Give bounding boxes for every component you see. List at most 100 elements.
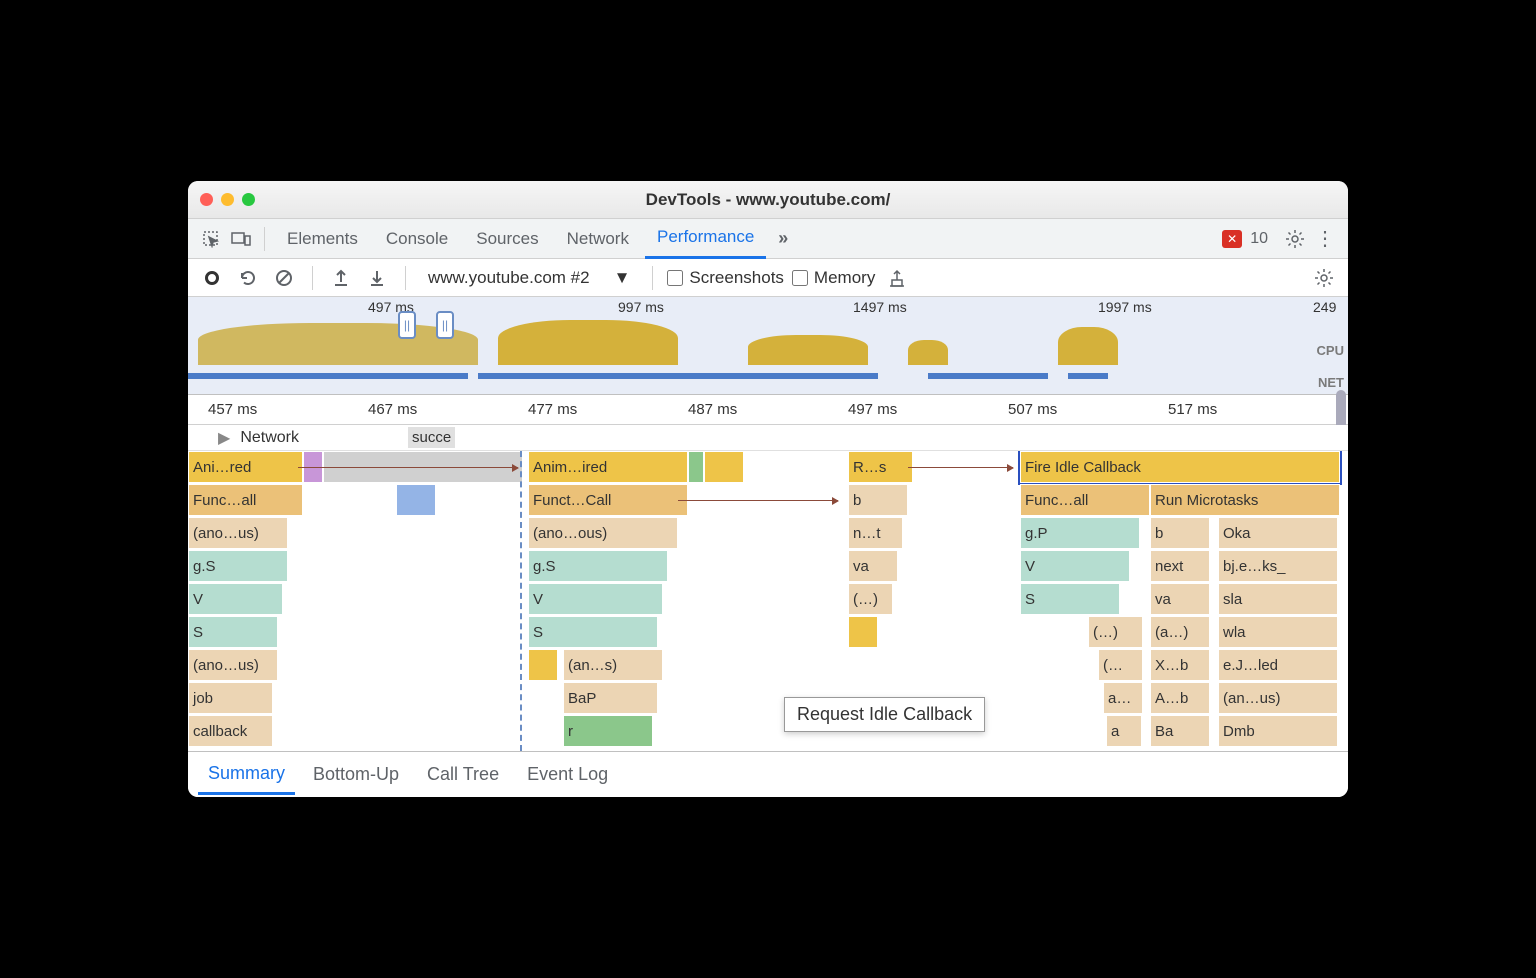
flame-block[interactable]: (ano…ous) bbox=[528, 517, 678, 549]
memory-checkbox[interactable]: Memory bbox=[792, 268, 875, 288]
upload-icon[interactable] bbox=[327, 264, 355, 292]
detail-ruler[interactable]: 457 ms467 ms477 ms487 ms497 ms507 ms517 … bbox=[188, 395, 1348, 425]
flame-block[interactable] bbox=[848, 616, 878, 648]
device-icon[interactable] bbox=[228, 226, 254, 252]
range-handle-right[interactable]: || bbox=[436, 311, 454, 339]
flame-block[interactable] bbox=[704, 451, 744, 483]
flame-block[interactable]: wla bbox=[1218, 616, 1338, 648]
screenshots-checkbox[interactable]: Screenshots bbox=[667, 268, 784, 288]
gc-icon[interactable] bbox=[883, 264, 911, 292]
flame-block[interactable]: a… bbox=[1103, 682, 1143, 714]
ruler-tick: 487 ms bbox=[688, 401, 737, 418]
flame-block[interactable]: V bbox=[188, 583, 283, 615]
time-marker bbox=[520, 451, 522, 751]
flame-block[interactable]: V bbox=[1020, 550, 1130, 582]
flame-block[interactable]: b bbox=[848, 484, 908, 516]
divider bbox=[264, 227, 265, 251]
network-track[interactable]: ▶ Network succe bbox=[188, 425, 1348, 451]
flame-block[interactable]: Func…all bbox=[188, 484, 303, 516]
tab-console[interactable]: Console bbox=[374, 219, 460, 259]
flame-block[interactable] bbox=[396, 484, 436, 516]
initiator-arrow bbox=[908, 467, 1013, 468]
tab-sources[interactable]: Sources bbox=[464, 219, 550, 259]
flame-block[interactable]: g.P bbox=[1020, 517, 1140, 549]
ruler-tick: 507 ms bbox=[1008, 401, 1057, 418]
flame-block[interactable]: (an…s) bbox=[563, 649, 663, 681]
record-button[interactable] bbox=[198, 264, 226, 292]
flame-chart[interactable]: Request Idle Callback Ani…redAnim…iredR…… bbox=[188, 451, 1348, 751]
flame-block[interactable]: S bbox=[528, 616, 658, 648]
flame-block[interactable]: bj.e…ks_ bbox=[1218, 550, 1338, 582]
flame-block[interactable]: r bbox=[563, 715, 653, 747]
flame-block[interactable]: Func…all bbox=[1020, 484, 1150, 516]
reload-button[interactable] bbox=[234, 264, 262, 292]
flame-block[interactable]: Anim…ired bbox=[528, 451, 688, 483]
settings-icon[interactable] bbox=[1310, 264, 1338, 292]
details-tabs: Summary Bottom-Up Call Tree Event Log bbox=[188, 751, 1348, 797]
flame-block[interactable]: callback bbox=[188, 715, 273, 747]
flame-block[interactable]: b bbox=[1150, 517, 1210, 549]
flame-block[interactable]: R…s bbox=[848, 451, 913, 483]
flame-block[interactable]: va bbox=[848, 550, 898, 582]
flame-block[interactable]: g.S bbox=[528, 550, 668, 582]
flame-block[interactable]: X…b bbox=[1150, 649, 1210, 681]
recording-select[interactable]: www.youtube.com #2▼ bbox=[420, 264, 638, 292]
flame-block[interactable]: Ba bbox=[1150, 715, 1210, 747]
flame-block[interactable]: (a…) bbox=[1150, 616, 1210, 648]
flame-block[interactable]: A…b bbox=[1150, 682, 1210, 714]
tab-call-tree[interactable]: Call Tree bbox=[417, 756, 509, 793]
flame-block[interactable]: (…) bbox=[848, 583, 893, 615]
flame-block[interactable]: Run Microtasks bbox=[1150, 484, 1340, 516]
expand-arrow-icon[interactable]: ▶ bbox=[218, 428, 230, 448]
error-icon[interactable]: ✕ bbox=[1222, 230, 1242, 248]
network-request-pill[interactable]: succe bbox=[408, 427, 455, 448]
flame-block[interactable]: va bbox=[1150, 583, 1210, 615]
flame-block[interactable]: sla bbox=[1218, 583, 1338, 615]
flame-block[interactable]: e.J…led bbox=[1218, 649, 1338, 681]
flame-block[interactable]: V bbox=[528, 583, 663, 615]
flame-block[interactable]: job bbox=[188, 682, 273, 714]
tab-bottom-up[interactable]: Bottom-Up bbox=[303, 756, 409, 793]
overview-tick: 1997 ms bbox=[1098, 299, 1152, 315]
flame-block[interactable]: (ano…us) bbox=[188, 649, 278, 681]
flame-block[interactable]: next bbox=[1150, 550, 1210, 582]
flame-block[interactable]: S bbox=[1020, 583, 1120, 615]
flame-block[interactable]: Dmb bbox=[1218, 715, 1338, 747]
flame-block[interactable]: BaP bbox=[563, 682, 658, 714]
flame-block[interactable]: (… bbox=[1098, 649, 1143, 681]
window-title: DevTools - www.youtube.com/ bbox=[188, 190, 1348, 210]
flame-block[interactable]: n…t bbox=[848, 517, 903, 549]
clear-button[interactable] bbox=[270, 264, 298, 292]
tab-event-log[interactable]: Event Log bbox=[517, 756, 618, 793]
range-handle-left[interactable]: || bbox=[398, 311, 416, 339]
flame-block[interactable]: a bbox=[1106, 715, 1142, 747]
tab-network[interactable]: Network bbox=[555, 219, 641, 259]
flame-block[interactable]: Funct…Call bbox=[528, 484, 688, 516]
perf-toolbar: www.youtube.com #2▼ Screenshots Memory bbox=[188, 259, 1348, 297]
flame-block[interactable]: (…) bbox=[1088, 616, 1143, 648]
tab-elements[interactable]: Elements bbox=[275, 219, 370, 259]
tab-summary[interactable]: Summary bbox=[198, 755, 295, 795]
flame-block[interactable] bbox=[688, 451, 704, 483]
flame-block[interactable]: Fire Idle Callback bbox=[1020, 451, 1340, 483]
flame-block[interactable]: g.S bbox=[188, 550, 288, 582]
kebab-icon[interactable]: ⋮ bbox=[1312, 226, 1338, 252]
timeline-overview[interactable]: 497 ms997 ms1497 ms1997 ms249 || || CPU … bbox=[188, 297, 1348, 395]
error-count[interactable]: 10 bbox=[1250, 230, 1268, 248]
inspect-icon[interactable] bbox=[198, 226, 224, 252]
flame-block[interactable]: Oka bbox=[1218, 517, 1338, 549]
network-label: Network bbox=[240, 429, 299, 447]
initiator-arrow bbox=[678, 500, 838, 501]
more-tabs-icon[interactable]: » bbox=[770, 226, 796, 252]
ruler-tick: 457 ms bbox=[208, 401, 257, 418]
gear-icon[interactable] bbox=[1282, 226, 1308, 252]
scroll-indicator[interactable] bbox=[1336, 390, 1346, 430]
tab-performance[interactable]: Performance bbox=[645, 219, 766, 259]
flame-block[interactable]: Ani…red bbox=[188, 451, 303, 483]
flame-block[interactable]: (ano…us) bbox=[188, 517, 288, 549]
download-icon[interactable] bbox=[363, 264, 391, 292]
divider bbox=[312, 266, 313, 290]
flame-block[interactable] bbox=[528, 649, 558, 681]
flame-block[interactable]: (an…us) bbox=[1218, 682, 1338, 714]
flame-block[interactable]: S bbox=[188, 616, 278, 648]
